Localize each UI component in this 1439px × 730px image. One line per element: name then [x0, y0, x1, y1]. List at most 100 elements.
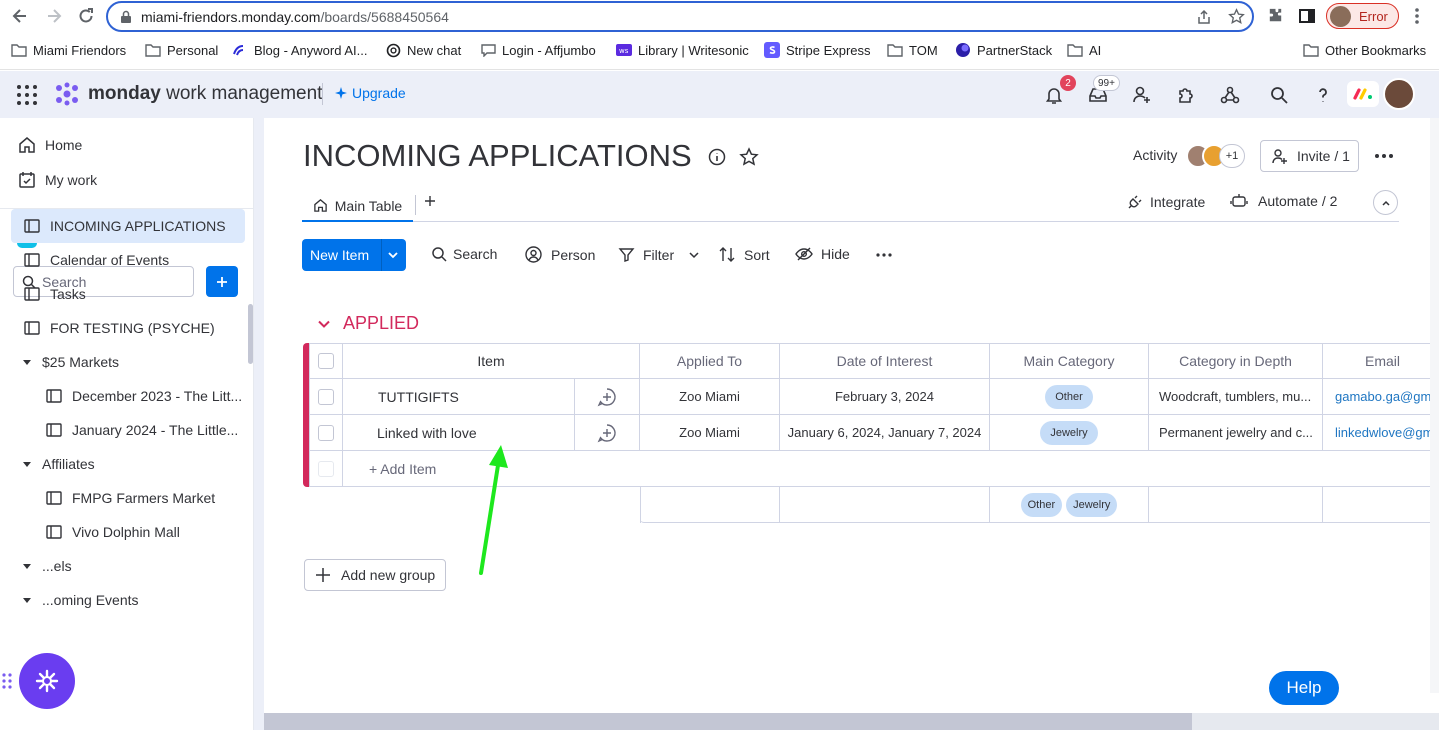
- favorite-star-icon[interactable]: [739, 147, 759, 167]
- add-update-icon[interactable]: [597, 387, 617, 407]
- sidebar-folder[interactable]: ...oming Events: [0, 583, 253, 617]
- sidebar-folder[interactable]: Affiliates: [0, 447, 253, 481]
- bookmark-item[interactable]: New chat: [385, 41, 461, 59]
- app-switcher-icon[interactable]: [16, 84, 38, 106]
- activity-more-count[interactable]: +1: [1219, 144, 1245, 168]
- sidebar-home[interactable]: Home: [0, 128, 253, 162]
- column-header[interactable]: Email: [1323, 343, 1439, 379]
- horizontal-scrollbar-track[interactable]: [1192, 713, 1439, 730]
- person-filter-button[interactable]: Person: [525, 246, 595, 263]
- sidebar-board-item[interactable]: Calendar of Events: [0, 243, 253, 277]
- add-update-icon[interactable]: [597, 423, 617, 443]
- caret-down-icon[interactable]: [20, 454, 34, 474]
- sidebar-scrollbar[interactable]: [248, 304, 253, 364]
- vertical-scrollbar-track[interactable]: [1430, 118, 1439, 693]
- info-icon[interactable]: [708, 148, 726, 166]
- column-header[interactable]: Category in Depth: [1149, 343, 1323, 379]
- horizontal-scrollbar-thumb[interactable]: [264, 713, 1192, 730]
- filter-button[interactable]: Filter: [618, 246, 700, 263]
- search-button[interactable]: Search: [431, 246, 497, 262]
- caret-down-icon[interactable]: [20, 556, 34, 576]
- sidebar-board-item[interactable]: December 2023 - The Litt...: [0, 379, 253, 413]
- row-checkbox[interactable]: [317, 388, 334, 405]
- category-in-depth-cell[interactable]: Woodcraft, tumblers, mu...: [1149, 379, 1323, 415]
- sidebar-board-item[interactable]: January 2024 - The Little...: [0, 413, 253, 447]
- sidebar-board-item[interactable]: INCOMING APPLICATIONS: [11, 209, 245, 243]
- help-button[interactable]: Help: [1269, 671, 1339, 705]
- column-header-item[interactable]: Item: [343, 343, 640, 379]
- tab-main-table[interactable]: Main Table: [302, 191, 413, 222]
- monday-logo-icon[interactable]: [53, 82, 81, 106]
- row-checkbox[interactable]: [317, 424, 334, 441]
- bookmark-item[interactable]: PartnerStack: [955, 41, 1052, 59]
- integrate-button[interactable]: Integrate: [1126, 193, 1205, 211]
- automate-button[interactable]: Automate / 2: [1230, 193, 1337, 209]
- sidebar-board-item[interactable]: Tasks: [0, 277, 253, 311]
- category-in-depth-cell[interactable]: Permanent jewelry and c...: [1149, 415, 1323, 451]
- item-updates-cell[interactable]: [575, 415, 640, 451]
- star-bookmark-icon[interactable]: [1228, 8, 1245, 25]
- brand-name[interactable]: monday work management: [88, 83, 322, 105]
- bookmark-item[interactable]: Blog - Anyword AI...: [232, 41, 367, 59]
- bookmark-item[interactable]: Personal: [145, 41, 218, 59]
- help-question-icon[interactable]: [1311, 83, 1335, 107]
- add-new-group-button[interactable]: Add new group: [304, 559, 446, 591]
- hide-button[interactable]: Hide: [795, 246, 850, 262]
- caret-down-icon[interactable]: [20, 352, 34, 372]
- bookmark-item[interactable]: TOM: [887, 41, 938, 59]
- group-title[interactable]: APPLIED: [343, 313, 419, 334]
- profile-error-button[interactable]: Error: [1326, 3, 1399, 29]
- collapse-header-button[interactable]: [1373, 190, 1398, 215]
- bookmark-item[interactable]: ws Library | Writesonic: [616, 41, 749, 59]
- item-updates-cell[interactable]: [575, 379, 640, 415]
- applied-to-cell[interactable]: Zoo Miami: [640, 379, 780, 415]
- sidebar-board-item[interactable]: FMPG Farmers Market: [0, 481, 253, 515]
- other-bookmarks[interactable]: Other Bookmarks: [1303, 41, 1426, 59]
- share-icon[interactable]: [1196, 9, 1212, 25]
- forward-arrow-icon[interactable]: [42, 4, 66, 28]
- main-category-cell[interactable]: Jewelry: [990, 415, 1149, 451]
- bookmark-item[interactable]: Login - Affjumbo: [480, 41, 596, 59]
- sort-button[interactable]: Sort: [719, 246, 770, 263]
- sidebar-folder[interactable]: $25 Markets: [0, 345, 253, 379]
- drag-handle-icon[interactable]: [1, 672, 13, 690]
- invite-button[interactable]: Invite / 1: [1260, 140, 1359, 172]
- applied-to-cell[interactable]: Zoo Miami: [640, 415, 780, 451]
- side-panel-icon[interactable]: [1298, 7, 1316, 25]
- caret-down-icon[interactable]: [20, 590, 34, 610]
- sidebar-board-item[interactable]: Vivo Dolphin Mall: [0, 515, 253, 549]
- browser-menu-icon[interactable]: [1409, 7, 1425, 25]
- column-header[interactable]: Main Category: [990, 343, 1149, 379]
- sidebar-folder[interactable]: ...els: [0, 549, 253, 583]
- invite-members-icon[interactable]: [1130, 83, 1154, 107]
- apps-puzzle-icon[interactable]: [1174, 83, 1198, 107]
- back-arrow-icon[interactable]: [8, 4, 32, 28]
- extensions-icon[interactable]: [1266, 6, 1285, 25]
- chevron-down-icon[interactable]: [317, 317, 331, 331]
- toolbar-more-icon[interactable]: [875, 249, 893, 261]
- date-of-interest-cell[interactable]: February 3, 2024: [780, 379, 990, 415]
- column-header[interactable]: Date of Interest: [780, 343, 990, 379]
- ai-assistant-button[interactable]: [19, 653, 75, 709]
- email-cell[interactable]: gamabo.ga@gm: [1323, 379, 1439, 415]
- address-bar[interactable]: miami-friendors.monday.com/boards/568845…: [106, 1, 1254, 32]
- chevron-down-icon[interactable]: [386, 248, 400, 262]
- select-all-checkbox[interactable]: [317, 352, 334, 369]
- bookmark-item[interactable]: AI: [1067, 41, 1101, 59]
- board-title[interactable]: INCOMING APPLICATIONS: [303, 138, 692, 174]
- bookmark-item[interactable]: Miami Friendors: [11, 41, 126, 59]
- site-info-icon[interactable]: [119, 10, 133, 24]
- item-name-cell[interactable]: Linked with love: [343, 415, 575, 451]
- column-header[interactable]: Applied To: [640, 343, 780, 379]
- board-menu-icon[interactable]: [1374, 149, 1394, 163]
- email-cell[interactable]: linkedwlove@gm: [1323, 415, 1439, 451]
- upgrade-button[interactable]: Upgrade: [334, 85, 406, 101]
- sidebar-board-item[interactable]: FOR TESTING (PSYCHE): [0, 311, 253, 345]
- sidebar-my-work[interactable]: My work: [0, 163, 253, 197]
- main-category-cell[interactable]: Other: [990, 379, 1149, 415]
- activity-label[interactable]: Activity: [1133, 147, 1177, 163]
- search-icon[interactable]: [1267, 83, 1291, 107]
- date-of-interest-cell[interactable]: January 6, 2024, January 7, 2024: [780, 415, 990, 451]
- user-avatar[interactable]: [1383, 78, 1415, 110]
- new-item-button[interactable]: New Item: [302, 239, 406, 271]
